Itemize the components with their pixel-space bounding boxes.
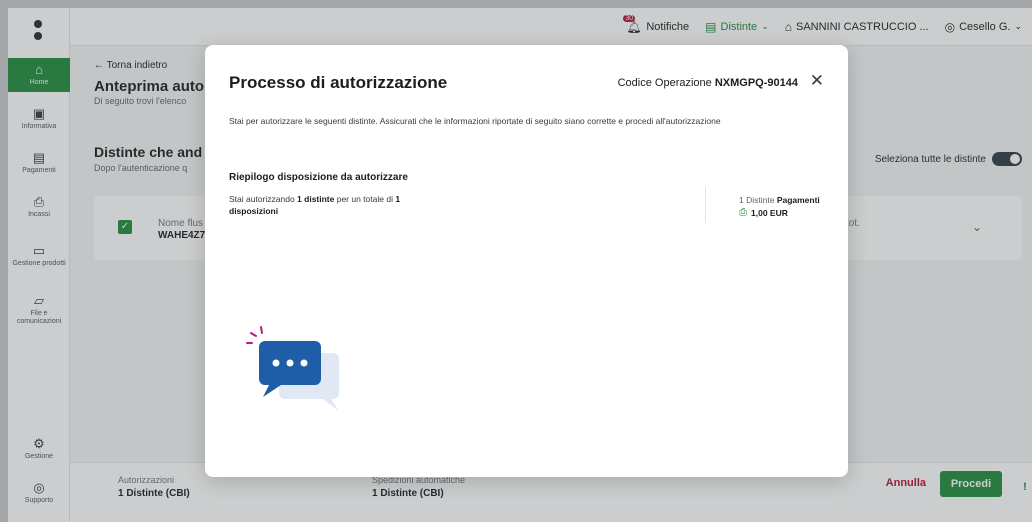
back-bubble-tail [323, 399, 339, 411]
authorization-modal: Processo di autorizzazione Codice Operaz… [205, 45, 848, 477]
dot-3 [300, 359, 308, 367]
chat-bubbles-illustration [246, 326, 339, 411]
amount-value: 1,00 EUR [751, 208, 788, 218]
operation-code-value: NXMGPQ-90144 [714, 77, 798, 89]
spark-1 [250, 332, 257, 337]
dot-2 [286, 359, 294, 367]
close-icon[interactable]: ✕ [810, 71, 824, 91]
payment-icon: ⎙ [739, 207, 747, 218]
modal-title: Processo di autorizzazione [229, 73, 448, 92]
dot-1 [272, 359, 280, 367]
summary-count: 1 distinte [297, 194, 335, 204]
summary-prefix: Stai autorizzando [229, 194, 298, 204]
operation-code: Codice Operazione NXMGPQ-90144 [618, 77, 798, 89]
modal-description: Stai per autorizzare le seguenti distint… [229, 116, 721, 126]
summary-title: Riepilogo disposizione da autorizzare [229, 172, 408, 183]
distinte-count: 1 Distinte [739, 195, 775, 205]
operation-code-label: Codice Operazione [617, 77, 712, 89]
summary-divider [705, 187, 706, 223]
spark-2 [260, 326, 263, 334]
summary-middle: per un totale di [334, 194, 396, 204]
front-bubble-tail [263, 385, 281, 397]
distinte-type: Pagamenti [776, 195, 820, 205]
summary-detail: 1 Distinte Pagamenti ⎙ 1,00 EUR [739, 194, 820, 219]
summary-text: Stai autorizzando 1 distinte per un tota… [229, 193, 429, 217]
